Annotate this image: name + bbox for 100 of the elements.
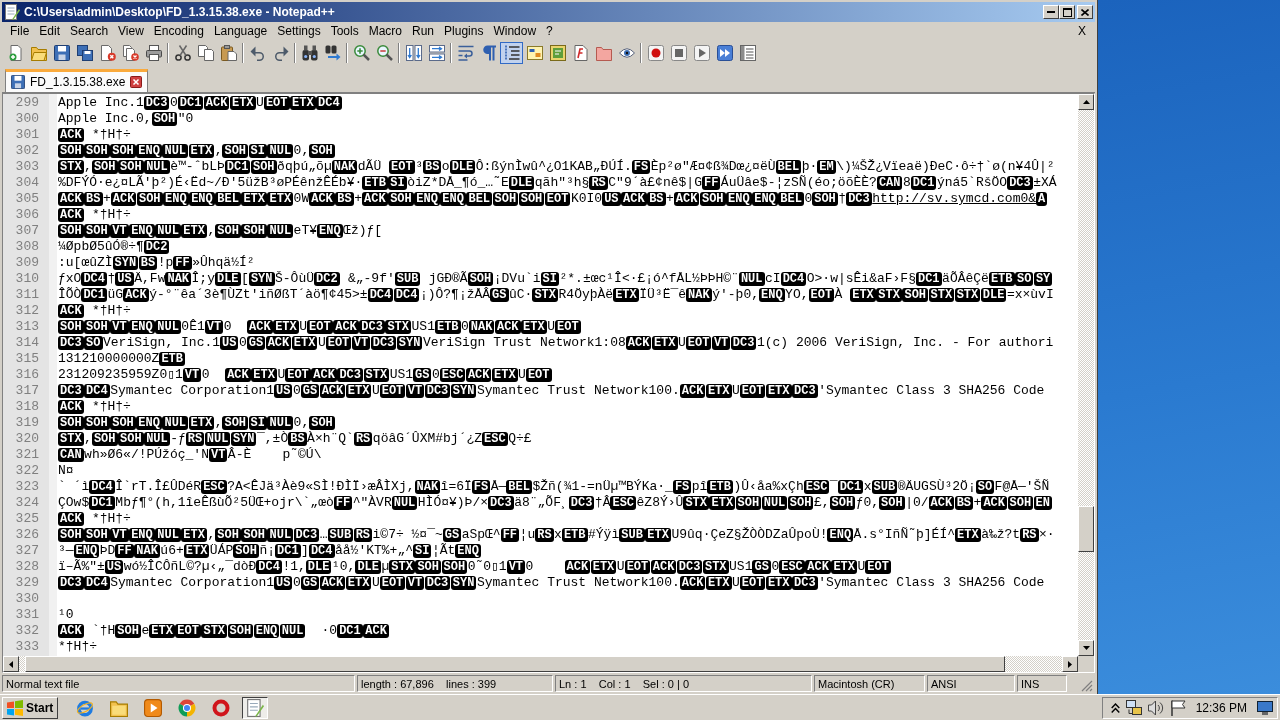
menu-item[interactable]: Search [65, 22, 114, 40]
control-character: ETX [850, 288, 876, 302]
notepad-button[interactable] [242, 696, 269, 719]
code-text: 0 [292, 383, 301, 399]
control-character: ETX [831, 560, 857, 574]
menu-item[interactable]: Window [488, 22, 542, 40]
line-number: 300 [14, 111, 40, 127]
control-character: STX [58, 160, 84, 174]
chevron-up-icon[interactable] [1110, 702, 1120, 713]
vertical-scrollbar[interactable] [1078, 94, 1094, 656]
code-text: Èp²ø"Æ¤¢ß¾Dœ¿¤ëÙ [650, 159, 776, 175]
code-text: U [678, 335, 686, 351]
control-character: ACK [265, 336, 292, 350]
control-character: EOT [389, 160, 415, 174]
scroll-left-button[interactable] [3, 656, 19, 672]
code-text: U [732, 575, 740, 591]
resize-grip-icon[interactable] [1081, 680, 1093, 692]
code-text: ¯,±Ò [257, 431, 289, 447]
control-character: ESC [803, 480, 830, 494]
control-character: EOT [307, 320, 333, 334]
start-button[interactable]: Start [2, 696, 59, 719]
code-text: U [299, 319, 308, 335]
menu-item[interactable]: Encoding [148, 22, 209, 40]
code-text: US1 [411, 319, 435, 335]
insert-mode-label: INS [1017, 675, 1067, 692]
file-tab[interactable]: FD_1.3.15.38.exe [5, 69, 149, 92]
control-character: ENQ [827, 528, 854, 542]
code-text: ûC· [509, 287, 533, 303]
minimize-button[interactable] [1043, 5, 1059, 19]
menu-item[interactable]: Settings [272, 22, 326, 40]
clock[interactable]: 12:36 PM [1195, 700, 1247, 715]
code-text: i©7÷ ½¤¯~ [372, 527, 443, 543]
code-text: ðqþú„õµ [277, 159, 332, 175]
control-character: EOT [739, 576, 766, 590]
control-character: NUL [267, 416, 294, 430]
control-character: SOH [215, 528, 241, 542]
control-character: BEL [506, 480, 532, 494]
zoom-in-icon [353, 45, 370, 61]
code-text: VeriSign, Inc.1 [103, 335, 221, 351]
code-text: µ [381, 559, 390, 575]
line-number: 330 [14, 591, 40, 607]
control-character: ETX [290, 96, 316, 110]
network-icon[interactable] [1125, 699, 1142, 716]
code-text: YO, [785, 287, 809, 303]
control-character: SOH [735, 496, 762, 510]
window-close-button[interactable] [1077, 5, 1093, 19]
line-number: 318 [14, 399, 40, 415]
control-character: ETX [345, 384, 372, 398]
control-character: STX [58, 432, 84, 446]
menu-item[interactable]: Macro [363, 22, 407, 40]
menu-item[interactable]: Run [407, 22, 440, 40]
control-character: ACK [494, 320, 521, 334]
speaker-icon[interactable] [1147, 699, 1164, 716]
scroll-right-button[interactable] [1062, 656, 1078, 672]
close-icon[interactable] [130, 76, 143, 88]
control-character: ENQ [73, 544, 100, 558]
close-icon [1081, 8, 1089, 16]
code-text: ^"ÀVR [352, 495, 392, 511]
control-character: RS [1020, 528, 1039, 542]
control-character: GS [442, 528, 462, 542]
text-editor[interactable] [2, 93, 1095, 673]
code-text: U9ûq·ÇeZ§ŽÒÒDZaÛpoÙ! [671, 527, 828, 543]
close-document-button[interactable]: X [1073, 22, 1091, 40]
control-character: DLE [355, 560, 381, 574]
control-character: ETX [291, 336, 318, 350]
control-character: ETX [241, 192, 267, 206]
menu-item[interactable]: View [113, 22, 149, 40]
code-text: e [141, 623, 150, 639]
code-text: aSpŒ^ [461, 527, 501, 543]
control-character: ENQ [129, 320, 155, 334]
scrollbar-thumb[interactable] [1078, 506, 1094, 552]
control-character: SI [540, 272, 559, 286]
control-character: DC3 [58, 576, 84, 590]
scroll-up-button[interactable] [1078, 94, 1094, 110]
menu-item[interactable]: ? [541, 22, 558, 40]
scrollbar-corner [1078, 656, 1094, 672]
show-desktop-icon[interactable] [1257, 700, 1273, 715]
scroll-down-button[interactable] [1078, 640, 1094, 656]
control-character: SOH [118, 432, 144, 446]
indent-guide-button[interactable] [500, 42, 523, 64]
menu-item[interactable]: Language [208, 22, 273, 40]
menu-item[interactable]: Plugins [439, 22, 489, 40]
control-character: STX [928, 288, 955, 302]
menu-item[interactable]: File [5, 22, 35, 40]
control-character: STX [389, 560, 415, 574]
url-link[interactable]: http://sv.symcd.com0& [872, 191, 1037, 207]
menu-item[interactable]: Edit [34, 22, 66, 40]
line-number: 306 [14, 207, 40, 223]
control-character: SOH [84, 416, 110, 430]
control-character: ACK [465, 368, 492, 382]
control-character: BS [335, 192, 354, 206]
maximize-button[interactable] [1059, 5, 1075, 19]
flag-icon[interactable] [1169, 699, 1186, 716]
control-character: FS [631, 160, 651, 174]
code-text: , [207, 223, 216, 239]
control-character: ACK [362, 192, 388, 206]
control-character: NUL [162, 144, 189, 158]
code-text: ÇOw$ [58, 495, 90, 511]
menu-item[interactable]: Tools [325, 22, 364, 40]
control-character: ENQ [317, 224, 343, 238]
